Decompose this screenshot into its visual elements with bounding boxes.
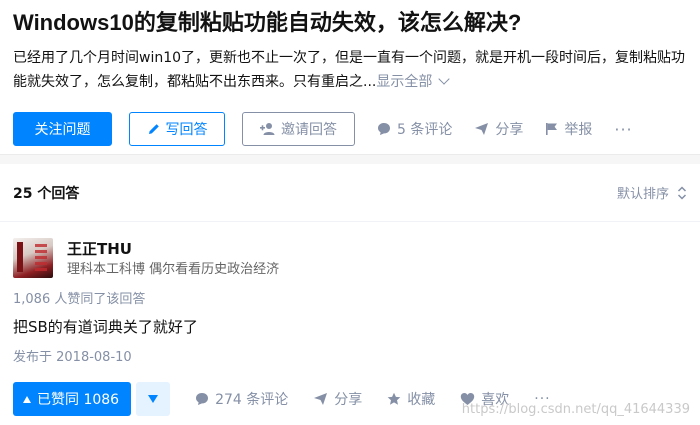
paper-plane-icon: [314, 393, 328, 405]
star-icon: [387, 392, 401, 405]
sort-label: 默认排序: [616, 187, 669, 202]
invite-answer-label: 邀请回答: [281, 122, 337, 138]
show-all-link[interactable]: 显示全部: [376, 74, 432, 90]
author-bio: 理科本工科博 偶尔看看历史政治经济: [67, 262, 280, 277]
upvote-label: 已赞同 1086: [37, 392, 120, 408]
answer-share-label: 分享: [334, 392, 363, 408]
sort-arrows-icon: [677, 185, 687, 200]
comment-icon: [196, 393, 209, 405]
collect-button[interactable]: 收藏: [387, 389, 435, 409]
author-info: 王正THU 理科本工科博 偶尔看看历史政治经济: [67, 238, 279, 280]
write-answer-label: 写回答: [165, 122, 208, 138]
watermark-url: https://blog.csdn.net/qq_41644339: [461, 402, 690, 417]
sort-dropdown[interactable]: 默认排序: [617, 183, 687, 202]
question-section: Windows10的复制粘贴功能自动失效，该怎么解决? 已经用了几个月时间win…: [0, 0, 700, 154]
question-detail-text: 已经用了几个月时间win10了，更新也不止一次了，但是一直有一个问题，就是开机一…: [13, 50, 686, 90]
upvote-button[interactable]: 已赞同 1086: [13, 382, 132, 416]
answer-author: 王正THU 理科本工科博 偶尔看看历史政治经济: [13, 238, 687, 280]
answer-content: 把SB的有道词典关了就好了: [13, 318, 198, 336]
question-comments-label: 5 条评论: [397, 122, 453, 138]
question-share-label: 分享: [495, 122, 524, 138]
report-button[interactable]: 举报: [545, 119, 592, 139]
question-share-button[interactable]: 分享: [474, 119, 523, 139]
answer-share-button[interactable]: 分享: [313, 389, 362, 409]
downvote-button[interactable]: [136, 382, 171, 416]
question-comments-button[interactable]: 5 条评论: [377, 119, 452, 139]
pencil-icon: [148, 124, 159, 134]
comment-icon: [378, 123, 390, 135]
vote-count-note[interactable]: 1,086 人赞同了该回答: [13, 290, 687, 310]
follow-question-button[interactable]: 关注问题: [13, 112, 112, 146]
add-user-icon: [260, 123, 275, 135]
arrow-down-icon: [148, 395, 159, 403]
question-actions: 关注问题 写回答 邀请回答 5 条评论 分享 举报 ···: [13, 112, 687, 146]
more-options-icon[interactable]: ···: [614, 120, 632, 139]
collect-label: 收藏: [407, 392, 436, 408]
arrow-up-icon: [23, 395, 31, 403]
flag-icon: [546, 123, 558, 135]
answer-comments-label: 274 条评论: [215, 392, 289, 408]
author-name[interactable]: 王正THU: [67, 239, 279, 259]
publish-date[interactable]: 发布于 2018-08-10: [13, 348, 687, 368]
answers-count: 25 个回答: [13, 185, 80, 202]
paper-plane-icon: [475, 123, 489, 135]
write-answer-button[interactable]: 写回答: [129, 112, 225, 146]
report-label: 举报: [564, 122, 593, 138]
question-title[interactable]: Windows10的复制粘贴功能自动失效，该怎么解决?: [13, 8, 687, 38]
invite-answer-button[interactable]: 邀请回答: [242, 112, 355, 146]
avatar[interactable]: [13, 238, 53, 278]
answer-item: 王正THU 理科本工科博 偶尔看看历史政治经济 1,086 人赞同了该回答 把S…: [0, 238, 700, 416]
section-divider: [0, 154, 700, 164]
chevron-down-icon[interactable]: [438, 73, 451, 85]
answer-comments-button[interactable]: 274 条评论: [195, 389, 288, 409]
question-detail: 已经用了几个月时间win10了，更新也不止一次了，但是一直有一个问题，就是开机一…: [13, 46, 693, 94]
follow-question-label: 关注问题: [34, 122, 91, 138]
answers-header: 25 个回答 默认排序: [0, 164, 700, 222]
